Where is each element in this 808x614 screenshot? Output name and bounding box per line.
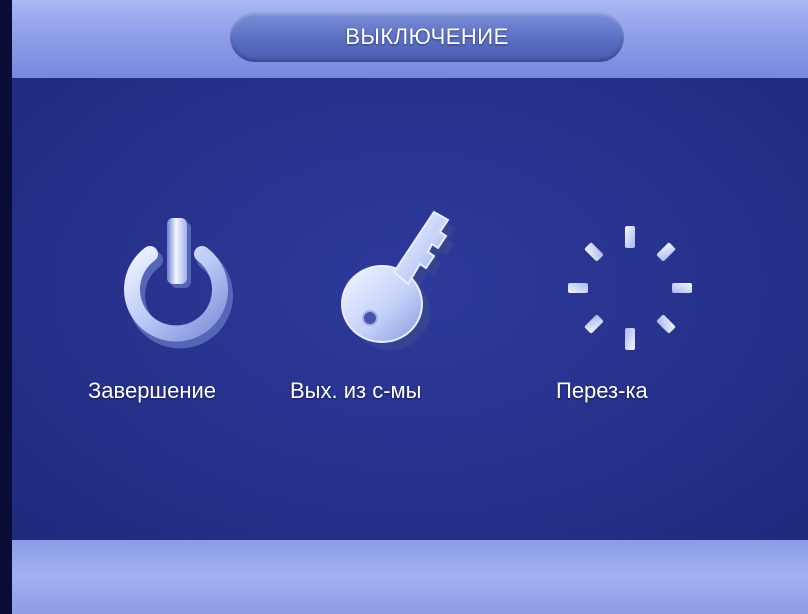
reboot-button[interactable]: Перез-ка xyxy=(548,210,718,420)
header-bar: ВЫКЛЮЧЕНИЕ xyxy=(12,0,808,78)
shutdown-dialog: ВЫКЛЮЧЕНИЕ Завершение Вых. из с-мы Перез… xyxy=(0,0,808,614)
power-icon xyxy=(124,218,233,349)
dialog-title: ВЫКЛЮЧЕНИЕ xyxy=(345,24,509,49)
logout-label: Вых. из с-мы xyxy=(290,378,422,403)
shutdown-label: Завершение xyxy=(88,378,216,403)
title-pill: ВЫКЛЮЧЕНИЕ xyxy=(230,12,624,62)
reboot-label: Перез-ка xyxy=(556,378,648,403)
reboot-spinner-icon xyxy=(568,226,692,350)
footer-bar xyxy=(12,540,808,614)
logout-button[interactable]: Вых. из с-мы xyxy=(290,200,510,420)
shutdown-button[interactable]: Завершение xyxy=(78,210,278,420)
key-icon xyxy=(341,210,456,350)
